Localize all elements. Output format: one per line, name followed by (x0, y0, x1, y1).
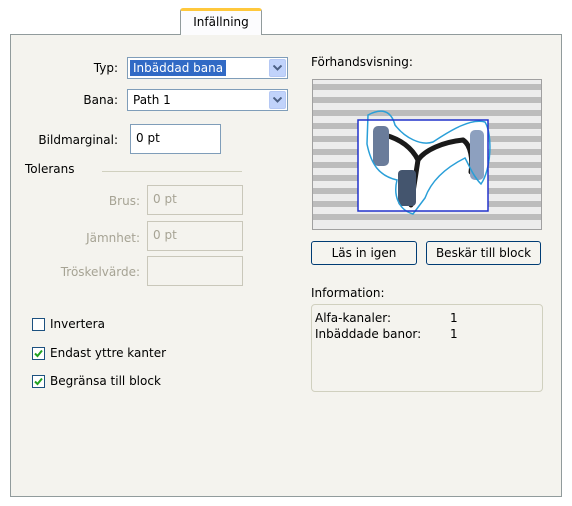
tolerans-group-label: Tolerans (25, 162, 75, 176)
las-in-igen-button[interactable]: Läs in igen (311, 241, 417, 265)
invertera-label[interactable]: Invertera (50, 317, 105, 331)
endast-yttre-kanter-label[interactable]: Endast yttre kanter (50, 346, 166, 360)
brus-input[interactable]: 0 pt (147, 185, 243, 215)
bana-selected-value: Path 1 (133, 93, 171, 107)
typ-select[interactable]: Inbäddad bana (127, 57, 288, 79)
beskar-till-block-button[interactable]: Beskär till block (426, 241, 541, 265)
information-box: Alfa-kanaler: 1 Inbäddade banor: 1 (311, 304, 543, 392)
tab-label: Infällning (193, 15, 249, 29)
troskelvarde-input[interactable] (147, 256, 243, 286)
chevron-down-icon[interactable] (269, 91, 286, 109)
preview-label: Förhandsvisning: (311, 55, 413, 69)
preview-area (312, 79, 542, 230)
brus-label: Brus: (108, 194, 140, 208)
invertera-checkbox[interactable] (32, 318, 45, 331)
checkmark-icon (34, 349, 43, 358)
jamnhet-input[interactable]: 0 pt (147, 221, 243, 251)
endast-yttre-kanter-checkbox[interactable] (32, 347, 45, 360)
bana-label: Bana: (83, 93, 118, 107)
begransa-till-block-label[interactable]: Begränsa till block (50, 374, 161, 388)
typ-label: Typ: (93, 61, 118, 75)
info-key-inbaddade-banor: Inbäddade banor: (315, 327, 422, 341)
info-value-inbaddade-banor: 1 (450, 327, 458, 341)
info-key-alfa-kanaler: Alfa-kanaler: (315, 311, 391, 325)
information-label: Information: (311, 286, 385, 300)
preview-image (313, 84, 541, 220)
begransa-till-block-checkbox[interactable] (32, 375, 45, 388)
tolerans-divider (102, 171, 242, 172)
tab-infallning[interactable]: Infällning (180, 8, 262, 35)
bana-select[interactable]: Path 1 (127, 89, 288, 111)
bildmarginal-input[interactable]: 0 pt (130, 124, 221, 154)
chevron-down-icon[interactable] (269, 59, 286, 77)
jamnhet-label: Jämnhet: (86, 231, 140, 245)
info-value-alfa-kanaler: 1 (450, 311, 458, 325)
checkmark-icon (34, 377, 43, 386)
typ-selected-value: Inbäddad bana (130, 60, 227, 76)
troskelvarde-label: Tröskelvärde: (60, 265, 140, 279)
bildmarginal-label: Bildmarginal: (38, 133, 118, 147)
